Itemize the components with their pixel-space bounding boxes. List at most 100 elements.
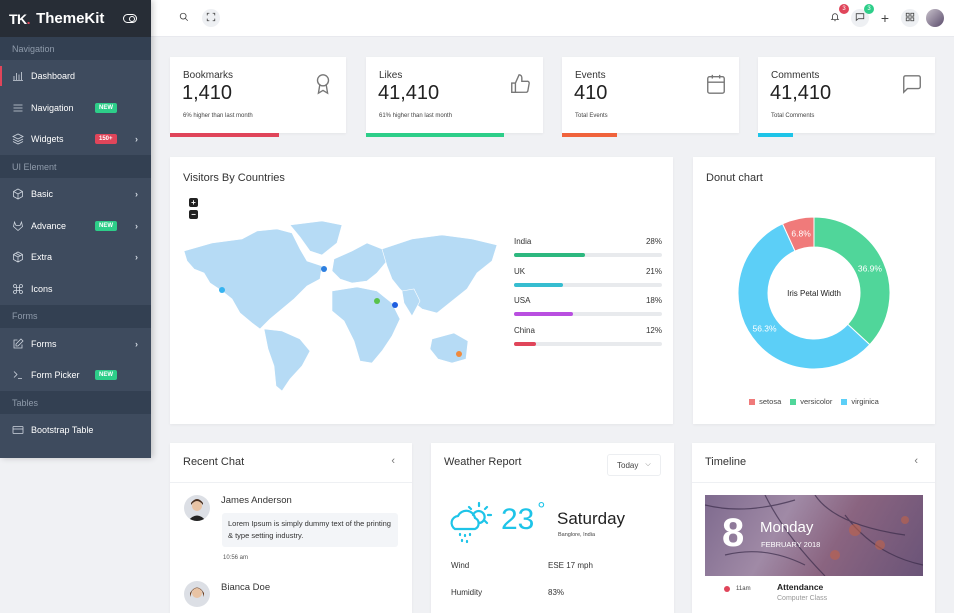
sidebar-item-forms[interactable]: Forms › bbox=[0, 328, 151, 360]
chevron-right-icon: › bbox=[135, 220, 138, 231]
map-marker[interactable] bbox=[392, 302, 398, 308]
legend-swatch bbox=[790, 399, 797, 406]
period-dropdown[interactable]: Today ⌵ bbox=[607, 454, 661, 476]
command-icon bbox=[12, 283, 24, 295]
message-square-icon bbox=[901, 73, 923, 95]
sidebar-item-navigation[interactable]: Navigation NEW bbox=[0, 92, 151, 124]
stat-value: 41,410 bbox=[378, 82, 440, 104]
stat-progress-bar bbox=[170, 133, 280, 137]
avatar[interactable] bbox=[184, 495, 210, 521]
collapse-chevron-icon[interactable]: ‹ bbox=[914, 455, 918, 467]
country-progress-track bbox=[514, 312, 662, 316]
country-name: UK bbox=[514, 267, 526, 276]
card-title: Weather Report bbox=[444, 456, 522, 468]
stat-progress-bar bbox=[366, 133, 505, 137]
map-marker[interactable] bbox=[219, 287, 225, 293]
legend-label: virginica bbox=[851, 397, 879, 406]
map-australia bbox=[429, 332, 469, 364]
country-progress-track bbox=[514, 342, 662, 346]
new-badge: NEW bbox=[95, 102, 117, 113]
messages-button[interactable]: 3 bbox=[851, 4, 874, 27]
sidebar-item-label: Widgets bbox=[31, 134, 64, 145]
stat-card-comments: Comments 41,410 Total Comments bbox=[758, 57, 935, 137]
legend-item-setosa[interactable]: setosa bbox=[749, 397, 781, 406]
map-south-america bbox=[263, 328, 311, 391]
chat-message-bubble: Lorem Ipsum is simply dummy text of the … bbox=[222, 513, 398, 547]
search-button[interactable] bbox=[175, 9, 193, 27]
map-marker[interactable] bbox=[456, 351, 462, 357]
map-north-america bbox=[183, 228, 323, 330]
sidebar-item-label: Form Picker bbox=[31, 370, 80, 381]
timeline-day-number: 8 bbox=[722, 511, 745, 555]
sidebar-item-bootstrap-table[interactable]: Bootstrap Table bbox=[0, 414, 151, 446]
plus-icon: + bbox=[880, 10, 890, 26]
stat-label: Comments bbox=[771, 70, 820, 81]
donut-slice-label: 56.3% bbox=[752, 324, 777, 334]
divider bbox=[170, 482, 412, 483]
sidebar: TK. ThemeKit Navigation Dashboard Naviga… bbox=[0, 0, 151, 458]
donut-chart: 6.8% 36.9% 56.3% Iris Petal Width bbox=[737, 216, 891, 370]
map-zoom-out-button[interactable]: − bbox=[189, 210, 198, 219]
stat-progress-bar bbox=[562, 133, 617, 137]
avatar[interactable] bbox=[184, 581, 210, 607]
chevron-right-icon: › bbox=[135, 188, 138, 199]
sidebar-item-advance[interactable]: Advance NEW › bbox=[0, 210, 151, 242]
sidebar-item-label: Bootstrap Table bbox=[31, 425, 94, 436]
legend-item-virginica[interactable]: virginica bbox=[841, 397, 879, 406]
legend-item-versicolor[interactable]: versicolor bbox=[790, 397, 832, 406]
map-marker[interactable] bbox=[374, 298, 380, 304]
country-row-china: China 12% bbox=[514, 326, 662, 346]
apps-button[interactable] bbox=[901, 9, 919, 27]
chevron-right-icon: › bbox=[135, 134, 138, 145]
card-title: Visitors By Countries bbox=[183, 172, 285, 184]
sidebar-item-label: Forms bbox=[31, 338, 57, 349]
sidebar-item-form-picker[interactable]: Form Picker NEW bbox=[0, 360, 151, 392]
country-progress-track bbox=[514, 283, 662, 287]
visitors-card: Visitors By Countries + − India 28% UK 2… bbox=[170, 157, 673, 424]
chevron-down-icon: ⌵ bbox=[645, 461, 651, 468]
timeline-event-subtitle: Computer Class bbox=[777, 595, 828, 602]
stat-label: Events bbox=[575, 70, 606, 81]
timeline-card: Timeline ‹ 8 Monday FEBRUARY 2018 11am A… bbox=[692, 443, 935, 613]
divider bbox=[692, 482, 935, 483]
brand-logo[interactable]: TK. bbox=[9, 11, 31, 27]
section-navigation: Navigation bbox=[0, 37, 151, 60]
country-row-india: India 28% bbox=[514, 237, 662, 257]
notifications-button[interactable]: 3 bbox=[826, 4, 849, 27]
sidebar-item-extra[interactable]: Extra › bbox=[0, 241, 151, 273]
add-button[interactable]: + bbox=[876, 9, 894, 27]
country-progress-track bbox=[514, 253, 662, 257]
user-avatar[interactable] bbox=[926, 9, 944, 27]
thumbs-up-icon bbox=[509, 73, 531, 95]
sidebar-item-icons[interactable]: Icons bbox=[0, 273, 151, 305]
sidebar-item-dashboard[interactable]: Dashboard bbox=[0, 60, 151, 92]
stat-subtext: Total Events bbox=[575, 113, 608, 119]
sidebar-toggle-icon[interactable] bbox=[123, 14, 137, 23]
bar-chart-icon bbox=[12, 70, 24, 82]
calendar-icon bbox=[705, 73, 727, 95]
weather-card: Weather Report Today ⌵ 23 ° Saturday Bang… bbox=[431, 443, 674, 613]
box-icon bbox=[12, 188, 24, 200]
fullscreen-button[interactable] bbox=[202, 9, 220, 27]
map-zoom-in-button[interactable]: + bbox=[189, 198, 198, 207]
sidebar-item-basic[interactable]: Basic › bbox=[0, 178, 151, 210]
map-marker[interactable] bbox=[321, 266, 327, 272]
temperature-value: 23 bbox=[501, 503, 535, 536]
sidebar-item-widgets[interactable]: Widgets 150+ › bbox=[0, 123, 151, 155]
edit-icon bbox=[12, 338, 24, 350]
country-percent: 28% bbox=[645, 237, 662, 246]
card-title: Recent Chat bbox=[183, 456, 245, 468]
card-title: Donut chart bbox=[706, 172, 763, 184]
chat-sender-name: James Anderson bbox=[221, 495, 292, 506]
temperature: 23 ° bbox=[501, 499, 545, 537]
world-map[interactable] bbox=[182, 221, 502, 391]
donut-slice-versicolor[interactable] bbox=[813, 216, 891, 346]
country-progress-fill bbox=[514, 312, 574, 316]
country-percent: 12% bbox=[645, 326, 662, 335]
gitlab-icon bbox=[12, 220, 24, 232]
timeline-month-year: FEBRUARY 2018 bbox=[761, 540, 821, 549]
package-icon bbox=[12, 251, 24, 263]
collapse-chevron-icon[interactable]: ‹ bbox=[391, 455, 395, 467]
section-forms: Forms bbox=[0, 304, 151, 328]
card-title: Timeline bbox=[705, 456, 747, 468]
